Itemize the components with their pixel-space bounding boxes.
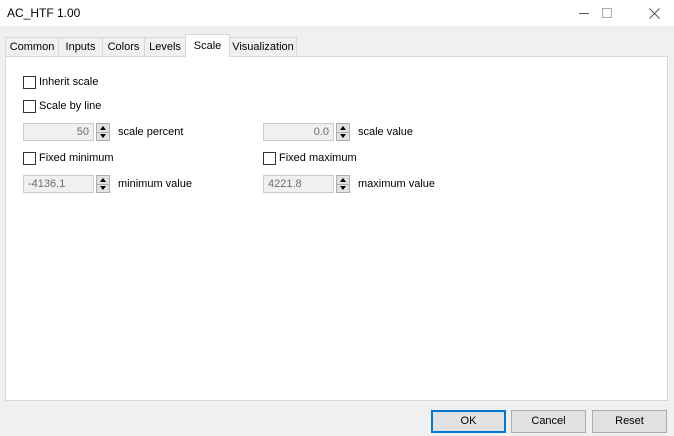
minimum-value-spin-buttons — [96, 175, 110, 193]
scale-value-up-button[interactable] — [336, 123, 350, 133]
tab-levels[interactable]: Levels — [144, 37, 186, 56]
ok-button[interactable]: OK — [431, 410, 506, 433]
scale-percent-down-button[interactable] — [96, 132, 110, 141]
inherit-scale-checkbox-row[interactable]: Inherit scale — [23, 75, 98, 89]
cancel-button[interactable]: Cancel — [511, 410, 586, 433]
scale-by-line-label: Scale by line — [39, 100, 102, 112]
arrow-down-icon — [100, 134, 106, 139]
arrow-up-icon — [340, 125, 346, 130]
minimum-value-spinner: -4136.1 minimum value — [23, 174, 192, 194]
maximum-value-spin-buttons — [336, 175, 350, 193]
scale-by-line-checkbox[interactable] — [23, 99, 36, 113]
arrow-down-icon — [340, 134, 346, 139]
minimum-value-label: minimum value — [118, 178, 192, 190]
arrow-down-icon — [340, 186, 346, 191]
close-button[interactable] — [634, 0, 674, 26]
scale-percent-up-button[interactable] — [96, 123, 110, 133]
tab-colors[interactable]: Colors — [102, 37, 145, 56]
arrow-up-icon — [100, 125, 106, 130]
maximize-icon — [602, 8, 612, 18]
fixed-minimum-checkbox[interactable] — [23, 151, 36, 165]
tab-inputs[interactable]: Inputs — [58, 37, 103, 56]
scale-value-down-button[interactable] — [336, 132, 350, 141]
arrow-up-icon — [340, 177, 346, 182]
scale-value-label: scale value — [358, 126, 414, 138]
title-bar: AC_HTF 1.00 — [0, 0, 674, 26]
close-icon — [648, 7, 660, 19]
tab-common[interactable]: Common — [5, 37, 59, 56]
arrow-up-icon — [100, 177, 106, 182]
fixed-maximum-label: Fixed maximum — [279, 152, 357, 164]
fixed-maximum-checkbox-row[interactable]: Fixed maximum — [263, 151, 357, 165]
fixed-maximum-checkbox[interactable] — [263, 151, 276, 165]
maximum-value-up-button[interactable] — [336, 175, 350, 185]
maximum-value-input[interactable]: 4221.8 — [263, 175, 334, 193]
maximum-value-label: maximum value — [358, 178, 436, 190]
scale-by-line-checkbox-row[interactable]: Scale by line — [23, 99, 101, 113]
tab-visualization[interactable]: Visualization — [229, 37, 297, 56]
scale-percent-input[interactable]: 50 — [23, 123, 94, 141]
maximize-button[interactable] — [587, 0, 627, 26]
minimum-value-input[interactable]: -4136.1 — [23, 175, 94, 193]
scale-tab-panel: Inherit scale Scale by line 50 scale per… — [5, 56, 668, 401]
scale-value-spinner: 0.0 scale value — [263, 122, 413, 142]
scale-percent-spin-buttons — [96, 123, 110, 141]
tab-scale[interactable]: Scale — [185, 34, 230, 57]
arrow-down-icon — [100, 186, 106, 191]
maximum-value-spinner: 4221.8 maximum value — [263, 174, 435, 194]
inherit-scale-checkbox[interactable] — [23, 75, 36, 89]
inherit-scale-label: Inherit scale — [39, 76, 99, 88]
dialog-window: AC_HTF 1.00 Common Inputs Colors Levels … — [0, 0, 674, 436]
maximum-value-down-button[interactable] — [336, 184, 350, 193]
scale-value-spin-buttons — [336, 123, 350, 141]
minimum-value-down-button[interactable] — [96, 184, 110, 193]
scale-percent-label: scale percent — [118, 126, 184, 138]
fixed-minimum-checkbox-row[interactable]: Fixed minimum — [23, 151, 114, 165]
scale-percent-spinner: 50 scale percent — [23, 122, 183, 142]
scale-value-input[interactable]: 0.0 — [263, 123, 334, 141]
minimum-value-up-button[interactable] — [96, 175, 110, 185]
reset-button[interactable]: Reset — [592, 410, 667, 433]
window-title: AC_HTF 1.00 — [7, 6, 81, 20]
fixed-minimum-label: Fixed minimum — [39, 152, 114, 164]
